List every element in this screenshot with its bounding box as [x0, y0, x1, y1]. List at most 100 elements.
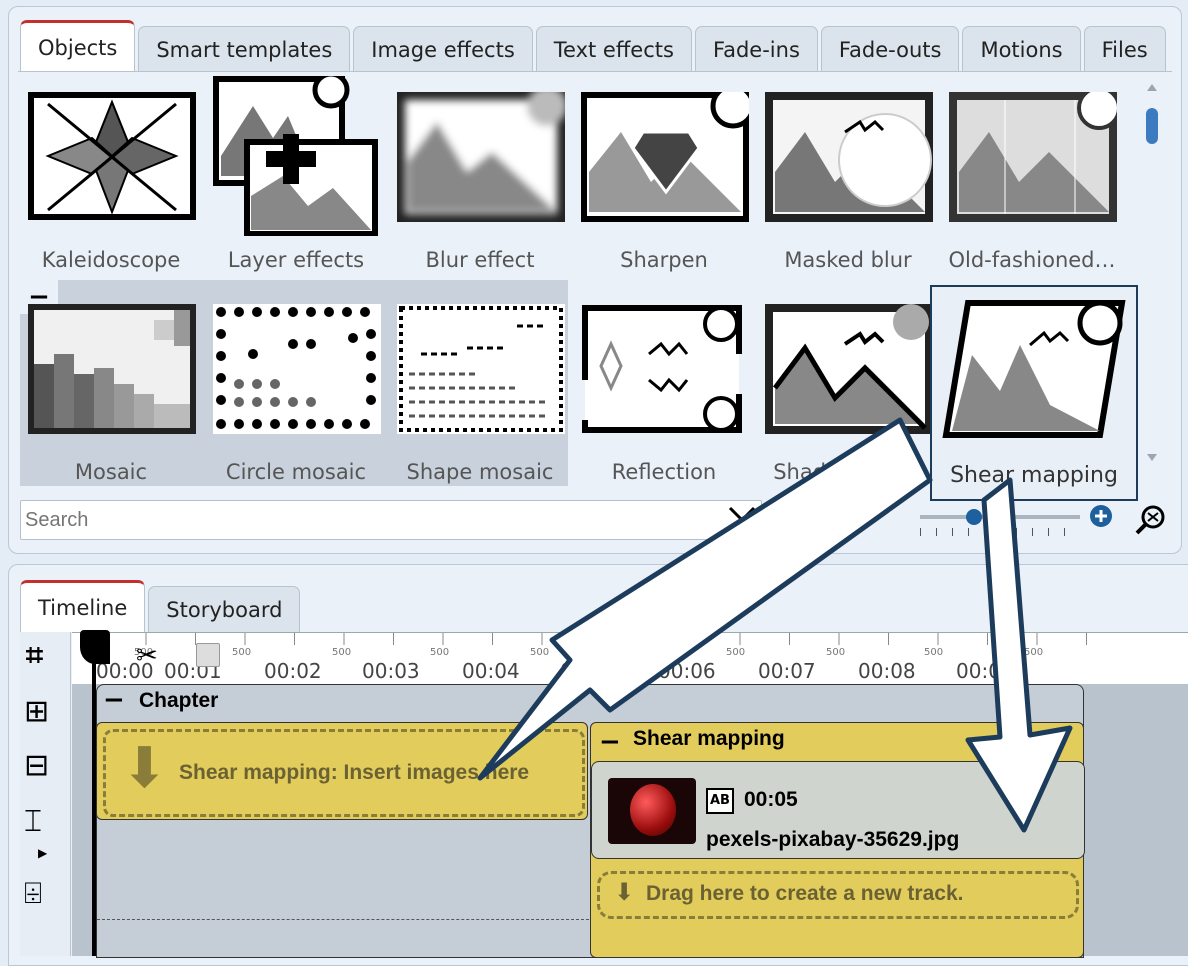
item-shear-mapping[interactable]: Shear mapping: [930, 285, 1138, 501]
tick-9: 00:0: [956, 659, 1001, 683]
tick-2: 00:02: [264, 659, 322, 683]
reflection-icon: [582, 305, 742, 433]
insert-placeholder[interactable]: ⬇ Shear mapping: Insert images here: [96, 722, 588, 820]
item-label: Layer effects: [227, 248, 365, 272]
tick-6: 00:06: [658, 659, 716, 683]
shadow-effect-icon: [765, 304, 933, 434]
fit-all-icon[interactable]: ⌹: [24, 876, 42, 911]
kaleidoscope-icon: [28, 92, 196, 220]
fit-width-icon[interactable]: ⌶: [24, 804, 42, 839]
chapter-collapse-button[interactable]: −: [103, 685, 125, 715]
item-masked-blur[interactable]: Masked blur: [759, 84, 937, 292]
tick-4: 00:04: [462, 659, 520, 683]
search-input[interactable]: [23, 503, 727, 537]
zoom-slider-thumb[interactable]: [966, 509, 982, 525]
half-mark: 500: [332, 647, 352, 658]
half-mark: 500: [232, 647, 252, 658]
tab-smart-templates[interactable]: Smart templates: [138, 26, 351, 72]
chapter-label: Chapter: [139, 689, 219, 712]
image-clip[interactable]: AB 00:05 pexels-pixabay-35629.jpg: [591, 761, 1085, 859]
effect-block[interactable]: − Shear mapping AB 00:05 pexels-pixabay-…: [590, 722, 1085, 958]
tab-fade-ins[interactable]: Fade-ins: [694, 26, 818, 72]
item-layer-effects[interactable]: Layer effects: [207, 76, 385, 292]
item-shape-mosaic[interactable]: Shape mosaic: [391, 296, 569, 504]
effect-label: Shear mapping: [633, 727, 785, 750]
scroll-up-icon[interactable]: [1147, 84, 1157, 91]
item-label: Old-fashioned…: [948, 248, 1116, 272]
timeline-tabs: Timeline Storyboard: [20, 580, 303, 632]
half-mark: 500: [628, 647, 648, 658]
tab-image-effects[interactable]: Image effects: [353, 26, 533, 72]
remove-track-icon[interactable]: ⊟: [24, 748, 49, 783]
tab-files[interactable]: Files: [1083, 26, 1166, 72]
effect-collapse-button[interactable]: −: [599, 727, 621, 757]
item-kaleidoscope[interactable]: Kaleidoscope: [22, 84, 200, 292]
half-mark: 500: [726, 647, 746, 658]
item-label: Masked blur: [784, 248, 912, 272]
item-label: Circle mosaic: [225, 460, 367, 484]
star-icon[interactable]: [820, 504, 852, 536]
new-track-hint: Drag here to create a new track.: [646, 882, 964, 905]
ruler-ticks: [96, 633, 1096, 645]
expand-arrow-icon[interactable]: ▶: [38, 846, 47, 860]
clip-thumbnail: [608, 778, 696, 844]
down-arrow-icon: ⬇: [121, 736, 168, 801]
half-mark: 500: [430, 647, 450, 658]
clip-duration: 00:05: [744, 788, 798, 811]
eye-icon[interactable]: [774, 508, 806, 532]
item-shadow-effect[interactable]: Shadow effect: [759, 296, 937, 504]
shape-mosaic-icon: [397, 304, 565, 434]
tick-8: 00:08: [858, 659, 916, 683]
item-label: Kaleidoscope: [41, 248, 181, 272]
track-area: − Chapter ⬇ Shear mapping: Insert images…: [72, 630, 1188, 958]
circle-mosaic-icon: [213, 304, 381, 434]
half-mark: 500: [1024, 647, 1044, 658]
scissors-icon[interactable]: ✂: [136, 641, 158, 671]
down-arrow-icon: ⬇: [614, 878, 635, 906]
item-sharpen[interactable]: Sharpen: [575, 84, 753, 292]
toolbox-scrollbar[interactable]: [1144, 82, 1160, 468]
item-blur-effect[interactable]: Blur effect: [391, 84, 569, 292]
snap-icon[interactable]: ⌗: [26, 638, 43, 673]
item-label: Blur effect: [425, 248, 535, 272]
item-old-fashioned[interactable]: Old-fashioned…: [943, 84, 1121, 292]
shear-mapping-label: Shear mapping: [950, 463, 1118, 488]
shear-mapping-icon: [942, 300, 1126, 438]
search-box: [20, 500, 762, 540]
clear-search-icon[interactable]: [727, 505, 757, 535]
new-track-dropzone[interactable]: ⬇ Drag here to create a new track.: [597, 871, 1079, 919]
timeline-ruler: 00:00 00:01 00:02 00:03 00:04 00:05 00:0…: [72, 632, 1188, 685]
item-mosaic[interactable]: Mosaic: [22, 296, 200, 504]
item-label: Shadow effect: [773, 460, 923, 484]
insert-placeholder-text: Shear mapping: Insert images here: [179, 761, 530, 784]
zoom-fit-icon[interactable]: [1134, 504, 1166, 536]
zoom-slider[interactable]: [920, 509, 1080, 542]
clip-filename: pexels-pixabay-35629.jpg: [706, 828, 960, 851]
timeline-toolbar: ⌗ ⊞ ⊟ ⌶ ▶ ⌹: [20, 632, 71, 956]
old-fashioned-icon: [949, 92, 1117, 222]
tab-fade-outs[interactable]: Fade-outs: [820, 26, 960, 72]
tab-text-effects[interactable]: Text effects: [535, 26, 692, 72]
playhead-handle[interactable]: [80, 630, 110, 664]
tab-storyboard[interactable]: Storyboard: [148, 586, 301, 632]
tab-motions[interactable]: Motions: [962, 26, 1081, 72]
add-track-icon[interactable]: ⊞: [24, 694, 49, 729]
item-label: Shape mosaic: [406, 460, 554, 484]
half-mark: 500: [826, 647, 846, 658]
item-circle-mosaic[interactable]: Circle mosaic: [207, 296, 385, 504]
item-label: Sharpen: [620, 248, 708, 272]
mosaic-icon: [28, 304, 196, 434]
tab-timeline[interactable]: Timeline: [20, 580, 146, 632]
scroll-thumb[interactable]: [1146, 108, 1158, 144]
tick-7: 00:07: [758, 659, 816, 683]
half-mark: 500: [924, 647, 944, 658]
scroll-down-icon[interactable]: [1147, 454, 1157, 461]
item-reflection[interactable]: Reflection: [575, 296, 753, 504]
tick-3: 00:03: [362, 659, 420, 683]
toolbox-tabs: Objects Smart templates Image effects Te…: [20, 20, 1169, 72]
tab-objects[interactable]: Objects: [20, 20, 136, 72]
zoom-in-icon[interactable]: [1089, 504, 1113, 528]
item-label: Reflection: [611, 460, 717, 484]
marker-icon[interactable]: [196, 643, 220, 667]
transition-icon: AB: [706, 788, 734, 814]
